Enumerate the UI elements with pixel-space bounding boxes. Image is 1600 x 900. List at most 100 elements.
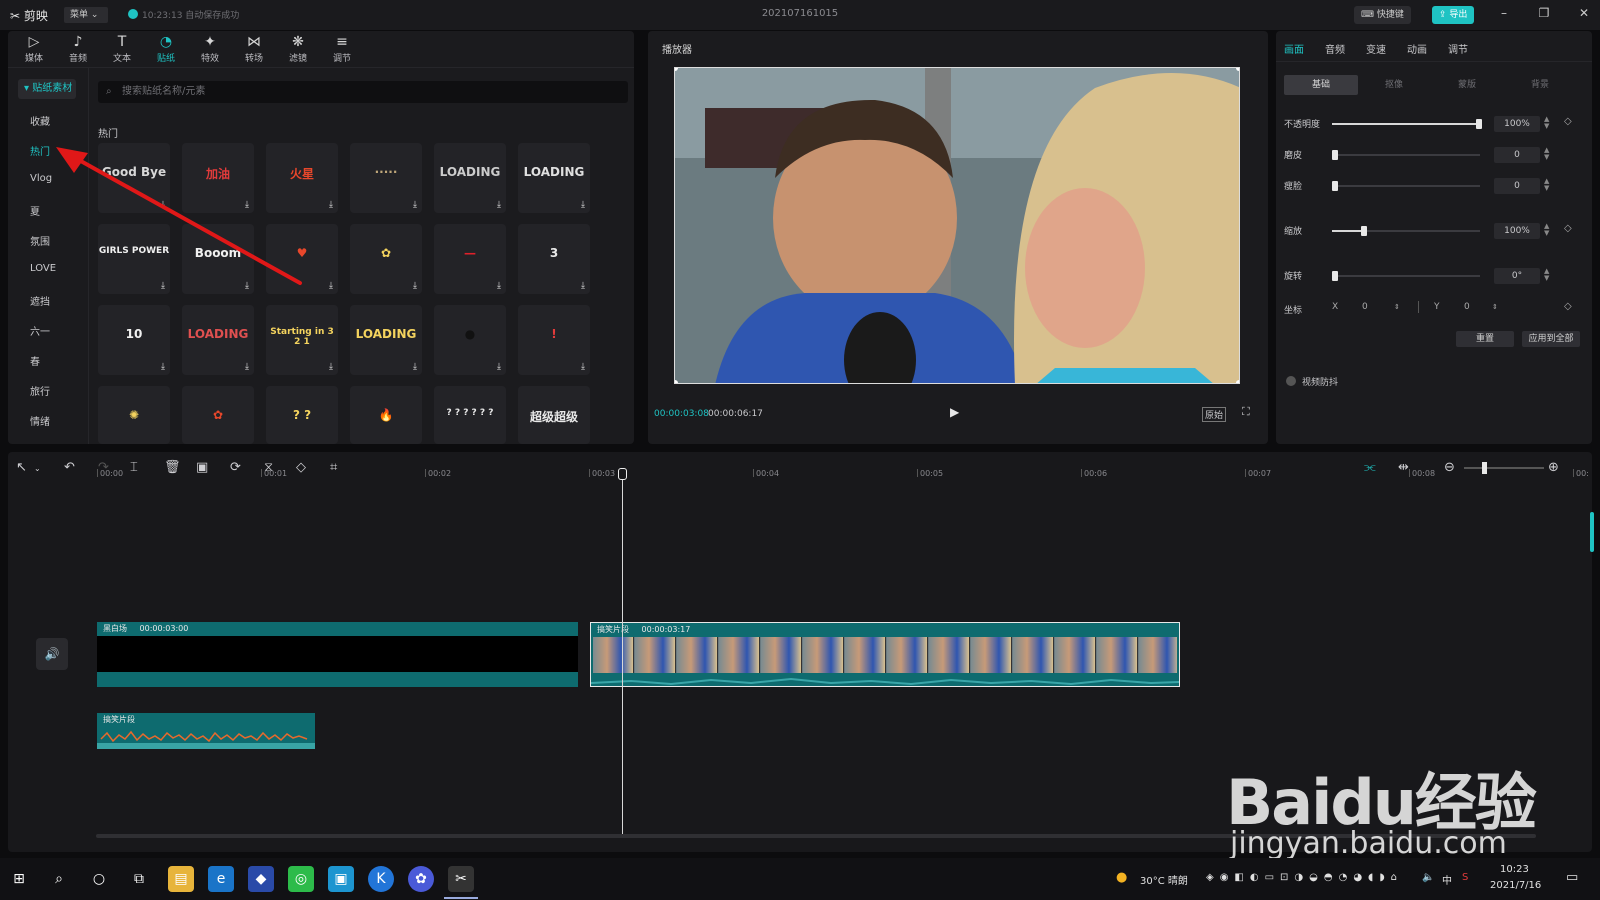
- download-icon[interactable]: ⤓: [161, 362, 165, 372]
- play-icon[interactable]: ▶: [950, 405, 959, 419]
- sticker-search-input[interactable]: ⌕ 搜索贴纸名称/元素: [98, 81, 628, 103]
- task-view-icon[interactable]: ⧉: [126, 866, 152, 892]
- download-icon[interactable]: ⤓: [329, 200, 333, 210]
- category-item[interactable]: 六一: [30, 323, 50, 338]
- property-slider[interactable]: [1332, 226, 1480, 236]
- sticker-thumbnail[interactable]: 超级超级: [518, 386, 590, 444]
- sticker-thumbnail[interactable]: LOADING ⤓: [350, 305, 422, 375]
- download-icon[interactable]: ⤓: [497, 200, 501, 210]
- position-x-field[interactable]: X 0 ⇕: [1332, 299, 1412, 315]
- download-icon[interactable]: ⤓: [497, 362, 501, 372]
- video-corner-handle[interactable]: [1236, 68, 1239, 71]
- app-icon[interactable]: ▣: [328, 866, 354, 892]
- property-subtab[interactable]: 抠像: [1357, 75, 1431, 95]
- sticker-thumbnail[interactable]: ✺: [98, 386, 170, 444]
- app-icon[interactable]: K: [368, 866, 394, 892]
- vertical-scroll-handle[interactable]: [1590, 512, 1594, 552]
- property-value-input[interactable]: 100%: [1494, 223, 1540, 239]
- playhead-handle[interactable]: [618, 468, 627, 480]
- toolbar-effects-button[interactable]: ✦ 特效: [190, 33, 230, 65]
- notification-icon[interactable]: ▭: [1566, 870, 1578, 885]
- property-value-input[interactable]: 0: [1494, 147, 1540, 163]
- spinner-icon[interactable]: ▲ ▼: [1544, 268, 1549, 282]
- property-value-input[interactable]: 0°: [1494, 268, 1540, 284]
- toolbar-adjust-button[interactable]: ≡ 调节: [322, 33, 362, 65]
- category-item[interactable]: 旅行: [30, 383, 50, 398]
- property-subtab[interactable]: 基础: [1284, 75, 1358, 95]
- download-icon[interactable]: ⤓: [329, 281, 333, 291]
- app-icon[interactable]: ◆: [248, 866, 274, 892]
- sticker-thumbnail[interactable]: 10 ⤓: [98, 305, 170, 375]
- download-icon[interactable]: ⤓: [497, 281, 501, 291]
- video-clip-funny[interactable]: 搞笑片段 00:00:03:17: [590, 622, 1180, 687]
- property-slider[interactable]: [1332, 119, 1482, 129]
- wechat-icon[interactable]: ◎: [288, 866, 314, 892]
- apply-all-button[interactable]: 应用到全部: [1522, 331, 1580, 347]
- property-value-input[interactable]: 0: [1494, 178, 1540, 194]
- app-icon[interactable]: ✿: [408, 866, 434, 892]
- close-button[interactable]: ✕: [1574, 6, 1594, 20]
- category-item[interactable]: 春: [30, 353, 40, 368]
- search-icon[interactable]: ⌕: [46, 866, 72, 892]
- sticker-thumbnail[interactable]: — ⤓: [434, 224, 506, 294]
- property-value-input[interactable]: 100%: [1494, 116, 1540, 132]
- spinner-icon[interactable]: ▲ ▼: [1544, 116, 1549, 130]
- toolbar-text-button[interactable]: T 文本: [102, 33, 142, 65]
- sticker-thumbnail[interactable]: LOADING ⤓: [518, 143, 590, 213]
- keyframe-icon[interactable]: ◇: [1564, 116, 1572, 127]
- sticker-thumbnail[interactable]: Starting in 3 2 1 ⤓: [266, 305, 338, 375]
- property-subtab[interactable]: 背景: [1503, 75, 1577, 95]
- slider-knob[interactable]: [1360, 226, 1367, 236]
- sticker-thumbnail[interactable]: 3 ⤓: [518, 224, 590, 294]
- toolbar-media-button[interactable]: ▷ 媒体: [14, 33, 54, 65]
- category-item[interactable]: 氛围: [30, 233, 50, 248]
- fullscreen-icon[interactable]: ⛶: [1242, 405, 1250, 419]
- property-tab[interactable]: 音频: [1325, 41, 1345, 56]
- playhead-line[interactable]: [622, 470, 623, 834]
- category-item[interactable]: 情绪: [30, 413, 50, 428]
- edge-icon[interactable]: e: [208, 866, 234, 892]
- capcut-taskbar-icon[interactable]: ✂: [448, 866, 474, 892]
- download-icon[interactable]: ⤓: [245, 362, 249, 372]
- sticker-material-header[interactable]: ▾ 贴纸素材: [18, 79, 76, 99]
- download-icon[interactable]: ⤓: [413, 281, 417, 291]
- sticker-thumbnail[interactable]: ✿: [182, 386, 254, 444]
- category-item[interactable]: 遮挡: [30, 293, 50, 308]
- sticker-thumbnail[interactable]: ! ⤓: [518, 305, 590, 375]
- slider-knob[interactable]: [1332, 271, 1338, 281]
- toolbar-sticker-button[interactable]: ◔ 贴纸: [146, 33, 186, 65]
- property-slider[interactable]: [1332, 271, 1480, 281]
- slider-knob[interactable]: [1332, 181, 1338, 191]
- video-corner-handle[interactable]: [675, 380, 678, 383]
- sticker-thumbnail[interactable]: ✿ ⤓: [350, 224, 422, 294]
- download-icon[interactable]: ⤓: [581, 281, 585, 291]
- windows-start-icon[interactable]: ⊞: [6, 866, 32, 892]
- shortcut-button[interactable]: ⌨ 快捷键: [1354, 6, 1411, 24]
- spinner-icon[interactable]: ▲ ▼: [1544, 147, 1549, 161]
- cortana-icon[interactable]: ○: [86, 866, 112, 892]
- reset-button[interactable]: 重置: [1456, 331, 1514, 347]
- ime-indicator[interactable]: 中: [1442, 872, 1452, 887]
- toolbar-transition-button[interactable]: ⋈ 转场: [234, 33, 274, 65]
- video-preview[interactable]: [674, 67, 1240, 384]
- track-mute-button[interactable]: 🔊: [36, 638, 68, 670]
- sticker-thumbnail[interactable]: ? ? ? ? ? ?: [434, 386, 506, 444]
- position-y-field[interactable]: Y 0 ⇕: [1434, 299, 1514, 315]
- menu-dropdown[interactable]: 菜单 ⌄: [64, 7, 108, 23]
- sticker-thumbnail[interactable]: ● ⤓: [434, 305, 506, 375]
- category-item[interactable]: 夏: [30, 203, 40, 218]
- category-item[interactable]: 收藏: [30, 113, 50, 128]
- keyframe-icon[interactable]: ◇: [1564, 223, 1572, 234]
- sticker-thumbnail[interactable]: LOADING ⤓: [434, 143, 506, 213]
- toolbar-filter-button[interactable]: ❋ 滤镜: [278, 33, 318, 65]
- property-slider[interactable]: [1332, 181, 1480, 191]
- property-tab[interactable]: 画面: [1284, 41, 1304, 56]
- clock-time[interactable]: 10:23: [1500, 864, 1529, 875]
- weather-text[interactable]: 30°C 晴朗: [1140, 872, 1188, 887]
- toolbar-audio-button[interactable]: ♪ 音频: [58, 33, 98, 65]
- sticker-thumbnail[interactable]: ····· ⤓: [350, 143, 422, 213]
- property-tab[interactable]: 调节: [1448, 41, 1468, 56]
- category-item[interactable]: Vlog: [30, 173, 52, 184]
- slider-knob[interactable]: [1332, 150, 1338, 160]
- clock-date[interactable]: 2021/7/16: [1490, 880, 1541, 891]
